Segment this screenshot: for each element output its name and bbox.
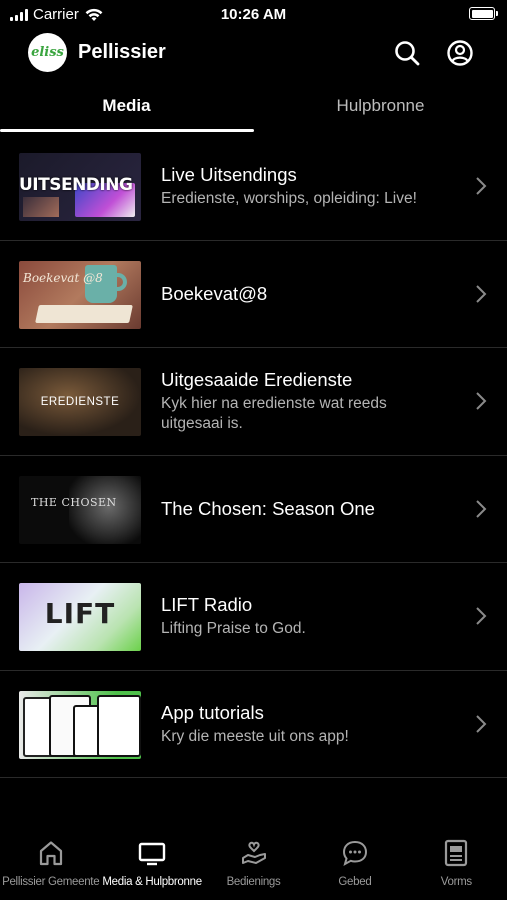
- tab-hulpbronne[interactable]: Hulpbronne: [254, 82, 507, 130]
- list-item-live-uitsendings[interactable]: UITSENDING Live Uitsendings Eredienste, …: [0, 133, 507, 241]
- chevron-right-icon: [476, 392, 487, 410]
- chevron-right-icon: [476, 499, 487, 518]
- nav-bedienings[interactable]: Bedienings: [203, 834, 304, 900]
- list-item-the-chosen[interactable]: THE CHOSEN The Chosen: Season One: [0, 456, 507, 563]
- item-title: App tutorials: [161, 701, 264, 723]
- search-icon[interactable]: [393, 39, 421, 67]
- active-tab-indicator: [0, 129, 254, 132]
- nav-label: Gebed: [338, 876, 372, 888]
- list-item-uitgesaaide-eredienste[interactable]: EREDIENSTE Uitgesaaide Eredienste Kyk hi…: [0, 348, 507, 456]
- tv-icon: [138, 842, 166, 866]
- church-logo: eliss: [28, 33, 67, 72]
- nav-pellissier-gemeente[interactable]: Pellissier Gemeente: [0, 834, 101, 900]
- tab-bar: Media Hulpbronne: [0, 82, 507, 134]
- hand-heart-icon: [241, 841, 266, 864]
- item-subtitle: Kry die meeste uit ons app!: [161, 727, 349, 745]
- item-subtitle: Eredienste, worships, opleiding: Live!: [161, 190, 417, 208]
- form-icon: [445, 839, 468, 867]
- nav-vorms[interactable]: Vorms: [406, 834, 507, 900]
- nav-label: Media & Hulpbronne: [102, 876, 202, 888]
- item-title: The Chosen: Season One: [161, 497, 375, 519]
- item-subtitle: Kyk hier na eredienste wat reeds uitgesa…: [161, 395, 387, 433]
- bottom-nav: Pellissier Gemeente Media & Hulpbronne B…: [0, 834, 507, 900]
- thumbnail-app-tutorials: [19, 690, 141, 759]
- list-item-app-tutorials[interactable]: App tutorials Kry die meeste uit ons app…: [0, 671, 507, 778]
- app-title: Pellissier: [78, 41, 166, 63]
- list-item-boekevat[interactable]: Boekevat @8 Boekevat@8: [0, 241, 507, 348]
- tab-media[interactable]: Media: [0, 82, 253, 130]
- item-title: Uitgesaaide Eredienste: [161, 369, 353, 391]
- nav-label: Pellissier Gemeente: [2, 876, 100, 888]
- item-title: Live Uitsendings: [161, 164, 297, 186]
- nav-label: Bedienings: [226, 876, 281, 888]
- thumbnail-lift-radio: LIFT: [19, 583, 141, 651]
- thumbnail-boekevat: Boekevat @8: [19, 260, 141, 329]
- nav-label: Vorms: [440, 876, 472, 888]
- thumbnail-the-chosen: THE CHOSEN: [19, 475, 141, 544]
- item-title: Boekevat@8: [161, 282, 268, 304]
- nav-media-hulpbronne[interactable]: Media & Hulpbronne: [101, 834, 202, 900]
- thumbnail-eredienste: EREDIENSTE: [19, 368, 141, 436]
- app-header: eliss Pellissier: [0, 30, 507, 76]
- thumbnail-live-uitsendings: UITSENDING: [19, 153, 141, 221]
- account-icon[interactable]: [446, 39, 474, 67]
- chevron-right-icon: [476, 714, 487, 733]
- item-subtitle: Lifting Praise to God.: [161, 620, 306, 638]
- media-list: UITSENDING Live Uitsendings Eredienste, …: [0, 133, 507, 778]
- status-time: 10:26 AM: [220, 6, 287, 23]
- chevron-right-icon: [476, 177, 487, 195]
- status-bar: Carrier 10:26 AM: [0, 0, 507, 30]
- chevron-right-icon: [476, 607, 487, 625]
- nav-gebed[interactable]: Gebed: [304, 834, 405, 900]
- home-icon: [39, 841, 62, 866]
- battery-icon: [469, 7, 498, 20]
- item-title: LIFT Radio: [161, 594, 253, 616]
- chevron-right-icon: [476, 284, 487, 303]
- chat-bubble-icon: [342, 840, 367, 867]
- logo-text: eliss: [31, 45, 64, 60]
- list-item-lift-radio[interactable]: LIFT LIFT Radio Lifting Praise to God.: [0, 563, 507, 671]
